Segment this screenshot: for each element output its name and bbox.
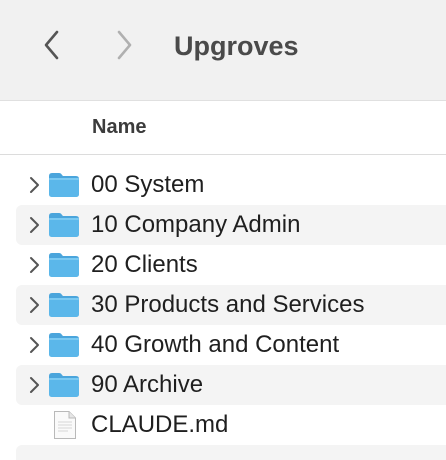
- name-column-header[interactable]: Name: [92, 114, 146, 140]
- back-button[interactable]: [34, 27, 70, 63]
- file-list: 00 System 10 Company Admin 20 Clients 30…: [0, 165, 446, 445]
- item-name: 30 Products and Services: [91, 291, 365, 318]
- folder-icon: [49, 333, 79, 357]
- item-name: 90 Archive: [91, 371, 204, 398]
- disclosure-triangle[interactable]: [24, 335, 44, 355]
- list-item[interactable]: 90 Archive: [0, 365, 446, 405]
- list-item[interactable]: CLAUDE.md: [0, 405, 446, 445]
- finder-window: Upgroves Name 00 System 10 Company Admin…: [0, 0, 446, 460]
- disclosure-triangle[interactable]: [24, 175, 44, 195]
- chevron-right-icon: [30, 257, 39, 273]
- disclosure-triangle[interactable]: [24, 295, 44, 315]
- disclosure-triangle[interactable]: [24, 215, 44, 235]
- list-item[interactable]: 10 Company Admin: [0, 205, 446, 245]
- chevron-right-icon: [30, 177, 39, 193]
- chevron-right-icon: [30, 337, 39, 353]
- disclosure-triangle[interactable]: [24, 375, 44, 395]
- forward-button[interactable]: [106, 27, 142, 63]
- list-item[interactable]: 00 System: [0, 165, 446, 205]
- window-title: Upgroves: [174, 31, 299, 61]
- item-name: 00 System: [91, 171, 205, 198]
- chevron-right-icon: [117, 30, 132, 60]
- chevron-right-icon: [30, 217, 39, 233]
- empty-row-stripe: [16, 445, 446, 460]
- item-name: 10 Company Admin: [91, 211, 301, 238]
- item-name: CLAUDE.md: [91, 411, 229, 438]
- folder-icon: [49, 293, 79, 317]
- list-item[interactable]: 40 Growth and Content: [0, 325, 446, 365]
- chevron-right-icon: [30, 377, 39, 393]
- column-header: Name: [0, 101, 446, 155]
- disclosure-triangle[interactable]: [24, 255, 44, 275]
- list-item[interactable]: 20 Clients: [0, 245, 446, 285]
- toolbar: Upgroves: [0, 0, 446, 101]
- folder-icon: [49, 253, 79, 277]
- folder-icon: [49, 213, 79, 237]
- chevron-left-icon: [44, 30, 59, 60]
- list-item[interactable]: 30 Products and Services: [0, 285, 446, 325]
- chevron-right-icon: [30, 297, 39, 313]
- folder-icon: [49, 173, 79, 197]
- item-name: 20 Clients: [91, 251, 198, 278]
- item-name: 40 Growth and Content: [91, 331, 340, 358]
- document-icon: [54, 411, 76, 439]
- folder-icon: [49, 373, 79, 397]
